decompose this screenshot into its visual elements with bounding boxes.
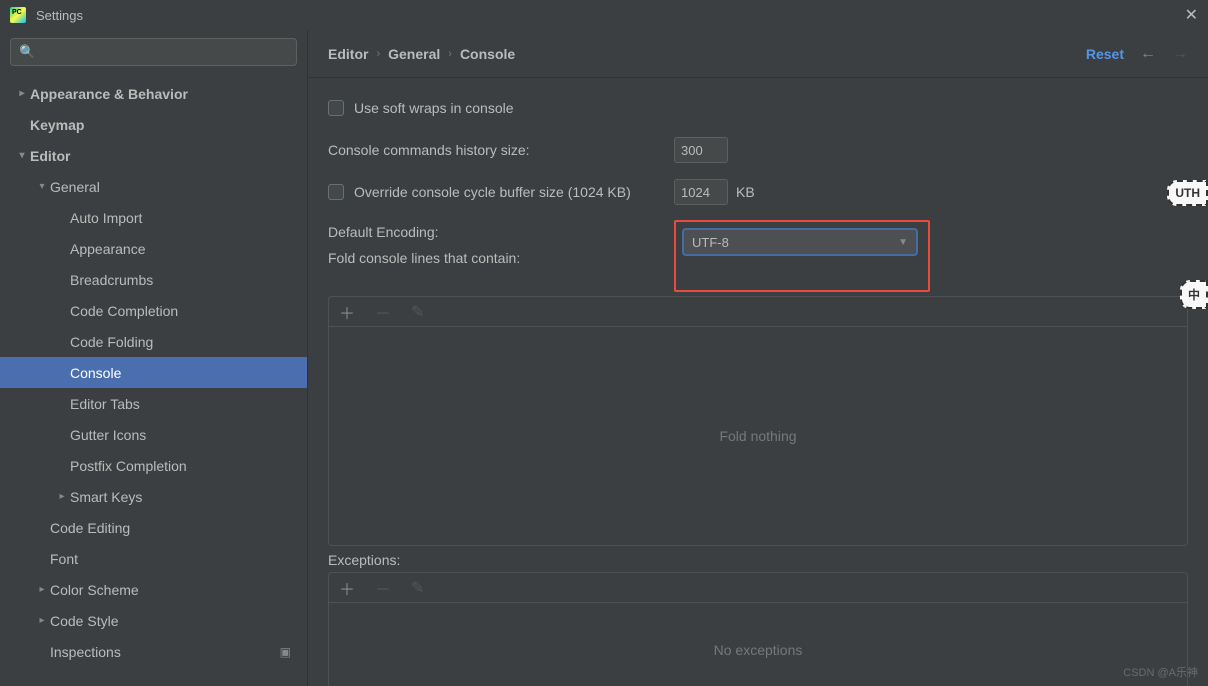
tree-item-console[interactable]: Console (0, 357, 307, 388)
watermark: CSDN @A乐神 (1123, 664, 1198, 680)
tree-item-label: Editor Tabs (70, 396, 140, 412)
add-icon[interactable]: ＋ (339, 300, 355, 324)
chevron-icon (54, 491, 70, 502)
side-badge-2: 中 (1180, 280, 1208, 309)
edit-icon: ✎ (411, 302, 424, 322)
exceptions-list-toolbar: ＋ － ✎ (328, 572, 1188, 602)
chevron-icon (34, 584, 50, 595)
tree-item-label: Breadcrumbs (70, 272, 153, 288)
tree-item-editor[interactable]: Editor (0, 140, 307, 171)
soft-wraps-checkbox[interactable] (328, 100, 344, 116)
tree-item-label: Keymap (30, 117, 84, 133)
tree-item-label: Gutter Icons (70, 427, 146, 443)
tree-item-general[interactable]: General (0, 171, 307, 202)
tree-item-code-editing[interactable]: Code Editing (0, 512, 307, 543)
tree-item-auto-import[interactable]: Auto Import (0, 202, 307, 233)
tree-item-label: Color Scheme (50, 582, 139, 598)
forward-icon: → (1172, 45, 1188, 63)
breadcrumb-separator: › (376, 48, 380, 60)
breadcrumb-separator: › (448, 48, 452, 60)
tree-item-gutter-icons[interactable]: Gutter Icons (0, 419, 307, 450)
titlebar: Settings ✕ (0, 0, 1208, 30)
tree-item-font[interactable]: Font (0, 543, 307, 574)
reset-link[interactable]: Reset (1086, 46, 1124, 62)
chevron-down-icon: ▼ (898, 237, 908, 248)
search-input[interactable] (39, 45, 288, 60)
tree-item-code-style[interactable]: Code Style (0, 605, 307, 636)
fold-list-area[interactable]: Fold nothing (328, 326, 1188, 546)
override-buffer-checkbox[interactable] (328, 184, 344, 200)
tree-item-breadcrumbs[interactable]: Breadcrumbs (0, 264, 307, 295)
encoding-value: UTF-8 (692, 235, 898, 250)
tree-item-color-scheme[interactable]: Color Scheme (0, 574, 307, 605)
remove-icon: － (375, 576, 391, 600)
breadcrumb-item[interactable]: Editor (328, 46, 368, 62)
content-pane: Editor › General › Console Reset ← → Use sof… (308, 30, 1208, 686)
tree-item-label: General (50, 179, 100, 195)
tree-item-appearance-behavior[interactable]: Appearance & Behavior (0, 78, 307, 109)
tree-item-code-folding[interactable]: Code Folding (0, 326, 307, 357)
override-buffer-label: Override console cycle buffer size (1024… (354, 184, 674, 200)
tree-item-label: Code Style (50, 613, 118, 629)
tree-item-label: Smart Keys (70, 489, 142, 505)
breadcrumb-item[interactable]: General (388, 46, 440, 62)
encoding-highlight: UTF-8 ▼ (674, 220, 930, 292)
tree-item-smart-keys[interactable]: Smart Keys (0, 481, 307, 512)
back-icon[interactable]: ← (1140, 45, 1156, 63)
soft-wraps-label: Use soft wraps in console (354, 100, 514, 116)
tree-item-postfix-completion[interactable]: Postfix Completion (0, 450, 307, 481)
tree-item-label: Code Completion (70, 303, 178, 319)
window-title: Settings (36, 8, 83, 23)
tree-item-label: Editor (30, 148, 70, 164)
settings-tree: Appearance & Behavior Keymap Editor General… (0, 74, 307, 686)
fold-list-placeholder: Fold nothing (719, 428, 796, 444)
override-buffer-input[interactable] (674, 179, 728, 205)
history-size-input[interactable] (674, 137, 728, 163)
tree-item-code-completion[interactable]: Code Completion (0, 295, 307, 326)
chevron-icon (14, 150, 30, 161)
tree-item-label: Font (50, 551, 78, 567)
tree-item-label: Console (70, 365, 121, 381)
search-icon: 🔍 (19, 44, 35, 60)
edit-icon: ✎ (411, 578, 424, 598)
tree-item-keymap[interactable]: Keymap (0, 109, 307, 140)
chevron-icon (14, 88, 30, 99)
tree-item-label: Code Folding (70, 334, 153, 350)
tree-item-inspections[interactable]: Inspections ▣ (0, 636, 307, 667)
side-badge-1: UTH (1167, 180, 1208, 206)
fold-label: Fold console lines that contain: (328, 250, 674, 266)
chevron-icon (34, 181, 50, 192)
tree-item-label: Appearance (70, 241, 146, 257)
override-buffer-unit: KB (736, 184, 755, 200)
tree-item-editor-tabs[interactable]: Editor Tabs (0, 388, 307, 419)
sidebar: 🔍 Appearance & Behavior Keymap Editor Gener… (0, 30, 308, 686)
tree-item-appearance[interactable]: Appearance (0, 233, 307, 264)
remove-icon: － (375, 300, 391, 324)
encoding-dropdown[interactable]: UTF-8 ▼ (682, 228, 918, 256)
breadcrumb: Editor › General › Console (328, 46, 515, 62)
close-icon[interactable]: ✕ (1185, 5, 1198, 25)
fold-list-toolbar: ＋ － ✎ (328, 296, 1188, 326)
exceptions-label: Exceptions: (328, 552, 1188, 568)
history-size-label: Console commands history size: (328, 142, 674, 158)
tree-item-label: Postfix Completion (70, 458, 187, 474)
project-marker-icon: ▣ (280, 645, 291, 659)
tree-item-label: Inspections (50, 644, 121, 660)
tree-item-label: Appearance & Behavior (30, 86, 188, 102)
exceptions-list-area[interactable]: No exceptions (328, 602, 1188, 686)
encoding-label: Default Encoding: (328, 224, 674, 240)
search-input-wrapper[interactable]: 🔍 (10, 38, 297, 66)
tree-item-label: Code Editing (50, 520, 130, 536)
content-header: Editor › General › Console Reset ← → (308, 30, 1208, 78)
exceptions-list-placeholder: No exceptions (714, 642, 803, 658)
add-icon[interactable]: ＋ (339, 576, 355, 600)
tree-item-label: Auto Import (70, 210, 142, 226)
app-icon (10, 7, 26, 23)
chevron-icon (34, 615, 50, 626)
breadcrumb-item[interactable]: Console (460, 46, 515, 62)
